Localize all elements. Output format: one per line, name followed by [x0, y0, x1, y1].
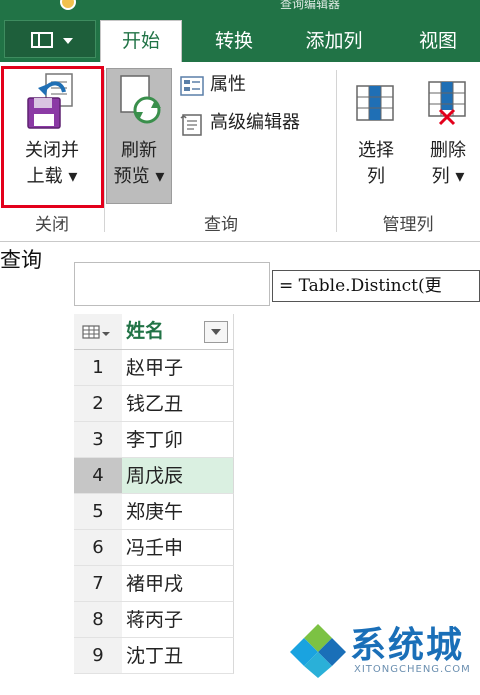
table-cell[interactable]: 郑庚午 [122, 494, 234, 530]
remove-columns-label-line1: 删除 [430, 140, 466, 161]
properties-label: 属性 [210, 74, 246, 95]
table-row[interactable]: 3 李丁卯 [74, 422, 234, 458]
row-number: 2 [74, 386, 122, 422]
remove-columns-icon [428, 81, 466, 126]
group-label-close: 关闭 [35, 215, 69, 235]
watermark: 系统城 XITONGCHENG.COM [288, 616, 478, 692]
choose-columns-label-line2: 列 [367, 166, 385, 187]
table-row[interactable]: 5 郑庚午 [74, 494, 234, 530]
row-number: 4 [74, 458, 122, 494]
ribbon: 关闭并 上载 ▾ 关闭 刷新 预览 ▾ 属性 高级编辑器 查询 选择 列 删除 … [0, 62, 480, 242]
table-cell[interactable]: 冯壬申 [122, 530, 234, 566]
table-row[interactable]: 6 冯壬申 [74, 530, 234, 566]
properties-icon [180, 76, 204, 96]
group-divider [336, 70, 337, 232]
table-cell[interactable]: 钱乙丑 [122, 386, 234, 422]
choose-columns-button[interactable]: 选择 列 [346, 68, 406, 204]
column-filter-dropdown[interactable] [204, 321, 228, 343]
table-cell[interactable]: 赵甲子 [122, 350, 234, 386]
table-row[interactable]: 7 褚甲戌 [74, 566, 234, 602]
table-cell[interactable]: 沈丁丑 [122, 638, 234, 674]
choose-columns-icon [356, 85, 394, 121]
remove-columns-label-line2: 列 ▾ [431, 166, 465, 187]
tab-transform[interactable]: 转换 [194, 24, 274, 62]
refresh-label-line1: 刷新 [121, 140, 157, 161]
row-number: 1 [74, 350, 122, 386]
advanced-editor-label: 高级编辑器 [210, 112, 300, 133]
refresh-icon [120, 75, 161, 124]
row-number: 3 [74, 422, 122, 458]
app-quick-icon[interactable] [60, 0, 76, 10]
group-label-query: 查询 [204, 215, 238, 235]
table-row-selected[interactable]: 4 周戊辰 [74, 458, 234, 494]
row-number: 6 [74, 530, 122, 566]
row-number: 7 [74, 566, 122, 602]
document-icon [31, 32, 53, 48]
chevron-down-icon [63, 38, 73, 44]
tab-add-column[interactable]: 添加列 [284, 24, 384, 62]
table-icon [82, 325, 110, 339]
query-name-box[interactable] [74, 262, 270, 306]
table-row[interactable]: 8 蒋丙子 [74, 602, 234, 638]
window-title: 查询编辑器 [280, 0, 341, 11]
table-cell[interactable]: 褚甲戌 [122, 566, 234, 602]
tab-view[interactable]: 视图 [398, 24, 478, 62]
properties-button[interactable]: 属性 [180, 72, 330, 98]
advanced-editor-icon [180, 114, 202, 136]
queries-pane-label: 查询 [0, 248, 42, 272]
group-divider [104, 70, 105, 232]
advanced-editor-button[interactable]: 高级编辑器 [180, 110, 330, 136]
tab-home[interactable]: 开始 [100, 20, 182, 62]
row-number: 5 [74, 494, 122, 530]
watermark-site: XITONGCHENG.COM [354, 664, 471, 675]
ribbon-tab-row: 开始 转换 添加列 视图 [0, 14, 480, 62]
group-label-manage-columns: 管理列 [382, 215, 434, 235]
table-menu-button[interactable] [74, 314, 122, 350]
watermark-logo-icon [290, 622, 346, 678]
refresh-label-line2: 预览 ▾ [113, 166, 165, 187]
table-cell[interactable]: 蒋丙子 [122, 602, 234, 638]
column-header-label: 姓名 [126, 320, 165, 342]
table-row[interactable]: 1 赵甲子 [74, 350, 234, 386]
row-number: 9 [74, 638, 122, 674]
file-menu-button[interactable] [4, 20, 96, 58]
table-cell[interactable]: 李丁卯 [122, 422, 234, 458]
refresh-preview-content[interactable]: 刷新 预览 ▾ [106, 68, 172, 204]
watermark-brand: 系统城 [350, 625, 465, 666]
choose-columns-label-line1: 选择 [358, 140, 394, 161]
table-row[interactable]: 9 沈丁丑 [74, 638, 234, 674]
remove-columns-button[interactable]: 删除 列 ▾ [416, 68, 480, 204]
table-row[interactable]: 2 钱乙丑 [74, 386, 234, 422]
table-cell[interactable]: 周戊辰 [122, 458, 234, 494]
column-header-name[interactable]: 姓名 [122, 314, 234, 350]
red-highlight-annotation [1, 66, 104, 208]
title-bar: 查询编辑器 [0, 0, 480, 14]
row-number: 8 [74, 602, 122, 638]
queries-pane [0, 274, 70, 695]
formula-bar[interactable]: = Table.Distinct(更 [272, 270, 480, 302]
